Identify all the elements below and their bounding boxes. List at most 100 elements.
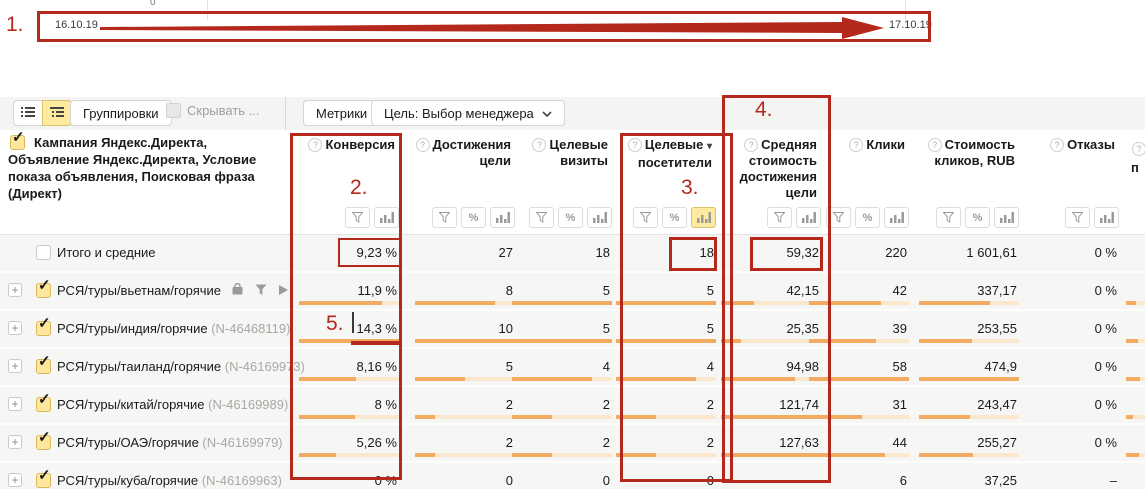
bag-icon[interactable] [231, 282, 244, 299]
value-bar [616, 377, 716, 381]
campaign-link[interactable]: РСЯ/туры/куба/горячие (N-46169963) [57, 473, 282, 488]
filter-icon[interactable] [936, 207, 961, 228]
campaign-name[interactable]: РСЯ/туры/вьетнам/горячие [57, 283, 221, 298]
column-header-2[interactable]: ? Достижения цели [406, 137, 511, 169]
report-table-body: Итого и средние 9,23 % 27 18 18 59,32 220 1 601… [0, 234, 1145, 489]
view-tree-button[interactable] [42, 100, 72, 126]
bars-icon[interactable] [490, 207, 515, 228]
view-list-button[interactable] [13, 100, 43, 126]
filter-icon[interactable] [345, 207, 370, 228]
groupings-button[interactable]: Группировки [70, 100, 172, 126]
table-row: + ✓ РСЯ/туры/китай/горячие (N-46169989) 8 %… [0, 387, 1145, 425]
bars-icon[interactable] [587, 207, 612, 228]
cell-value: 4 [706, 359, 714, 374]
bars-icon[interactable] [691, 207, 716, 228]
campaign-name[interactable]: РСЯ/туры/куба/горячие [57, 473, 198, 488]
campaign-link[interactable]: РСЯ/туры/таиланд/горячие (N-46169973) [57, 359, 305, 374]
column-header-6[interactable]: ? Клики [810, 137, 905, 153]
percent-icon[interactable]: % [558, 207, 583, 228]
filter-icon[interactable] [633, 207, 658, 228]
help-icon: ? [532, 138, 547, 152]
goal-select-label: Цель: Выбор менеджера [384, 105, 534, 121]
table-row: + ✓ РСЯ/туры/куба/горячие (N-46169963) 0 % 0… [0, 463, 1145, 489]
bars-icon[interactable] [884, 207, 909, 228]
bars-icon[interactable] [994, 207, 1019, 228]
column-header-1[interactable]: ? Конверсия [295, 137, 395, 153]
goal-select-dropdown[interactable]: Цель: Выбор менеджера [371, 100, 565, 126]
cell-value: 18 [595, 245, 610, 260]
campaign-name[interactable]: РСЯ/туры/индия/горячие [57, 321, 208, 336]
row-checkbox[interactable]: ✓ [36, 315, 51, 336]
row-checkbox[interactable]: ✓ [36, 391, 51, 412]
row-checkbox[interactable]: ✓ [36, 353, 51, 374]
bars-icon[interactable] [374, 207, 399, 228]
percent-icon[interactable]: % [965, 207, 990, 228]
value-bar [512, 377, 612, 381]
expand-button[interactable]: + [8, 435, 22, 449]
campaign-name[interactable]: РСЯ/туры/китай/горячие [57, 397, 205, 412]
column-header-3[interactable]: ? Целевые визиты [513, 137, 608, 169]
filter-icon[interactable] [432, 207, 457, 228]
value-bar [721, 339, 821, 343]
bars-icon[interactable] [1094, 207, 1119, 228]
percent-icon[interactable]: % [662, 207, 687, 228]
column-header-7[interactable]: ? Стоимость кликов, RUB [897, 137, 1015, 169]
percent-icon[interactable]: % [855, 207, 880, 228]
row-checkbox[interactable]: ✓ [36, 429, 51, 450]
value-bar [721, 377, 821, 381]
hide-rows-control[interactable]: Скрывать ... [166, 103, 260, 118]
cell-value: 2 [505, 397, 513, 412]
cell-value: 8 [505, 283, 513, 298]
row-checkbox[interactable] [36, 245, 51, 260]
cell-value: 2 [602, 397, 610, 412]
value-bar [512, 453, 612, 457]
cell-value: 0 [706, 473, 714, 488]
cell-value: 18 [699, 245, 714, 260]
value-bar [1126, 301, 1145, 305]
campaign-link[interactable]: РСЯ/туры/вьетнам/горячие [57, 283, 221, 298]
percent-icon: % [862, 211, 873, 224]
column-header-8[interactable]: ? Отказы [1020, 137, 1115, 153]
percent-icon: % [468, 211, 479, 224]
cell-value: 14,3 % [356, 321, 397, 336]
expand-button[interactable]: + [8, 473, 22, 487]
campaign-link[interactable]: РСЯ/туры/индия/горячие (N-46468119) [57, 321, 290, 336]
cell-value: 0 % [1094, 245, 1117, 260]
cell-value: 1 601,61 [966, 245, 1017, 260]
expand-button[interactable]: + [8, 321, 22, 335]
play-icon[interactable] [278, 284, 289, 299]
funnel-icon[interactable] [255, 284, 267, 299]
row-checkbox[interactable]: ✓ [36, 277, 51, 298]
check-icon: ✓ [38, 467, 51, 484]
cell-value: 127,63 [779, 435, 819, 450]
cell-value: 5 [706, 283, 714, 298]
tree-icon [50, 106, 64, 121]
row-checkbox[interactable]: ✓ [36, 467, 51, 488]
table-row: + ✓ РСЯ/туры/индия/горячие (N-46468119) 14,… [0, 311, 1145, 349]
expand-button[interactable]: + [8, 397, 22, 411]
filter-icon[interactable] [1065, 207, 1090, 228]
expand-button[interactable]: + [8, 283, 22, 297]
campaign-name[interactable]: РСЯ/туры/таиланд/горячие [57, 359, 221, 374]
filter-icon[interactable] [826, 207, 851, 228]
filter-icon[interactable] [767, 207, 792, 228]
cell-value: 0 % [1094, 435, 1117, 450]
expand-button[interactable]: + [8, 359, 22, 373]
cell-value: 2 [706, 397, 714, 412]
campaign-link[interactable]: РСЯ/туры/ОАЭ/горячие (N-46169979) [57, 435, 283, 450]
cell-value: 0 % [1094, 359, 1117, 374]
dimension-header: Кампания Яндекс.Директа, Объявление Янде… [8, 135, 257, 201]
campaign-link[interactable]: РСЯ/туры/китай/горячие (N-46169989) [57, 397, 288, 412]
value-bar [415, 301, 515, 305]
cell-value: 27 [498, 245, 513, 260]
bars-icon[interactable] [796, 207, 821, 228]
column-header-4[interactable]: ? Целевые ▾ посетители [604, 137, 712, 171]
value-bar [512, 339, 612, 343]
cell-value: 5 [602, 321, 610, 336]
chart-gridline [207, 0, 208, 20]
column-header-5[interactable]: ? Средняя стоимость достижения цели [709, 137, 817, 201]
filter-icon[interactable] [529, 207, 554, 228]
metrics-button[interactable]: Метрики [303, 100, 381, 126]
campaign-name[interactable]: РСЯ/туры/ОАЭ/горячие [57, 435, 199, 450]
percent-icon[interactable]: % [461, 207, 486, 228]
